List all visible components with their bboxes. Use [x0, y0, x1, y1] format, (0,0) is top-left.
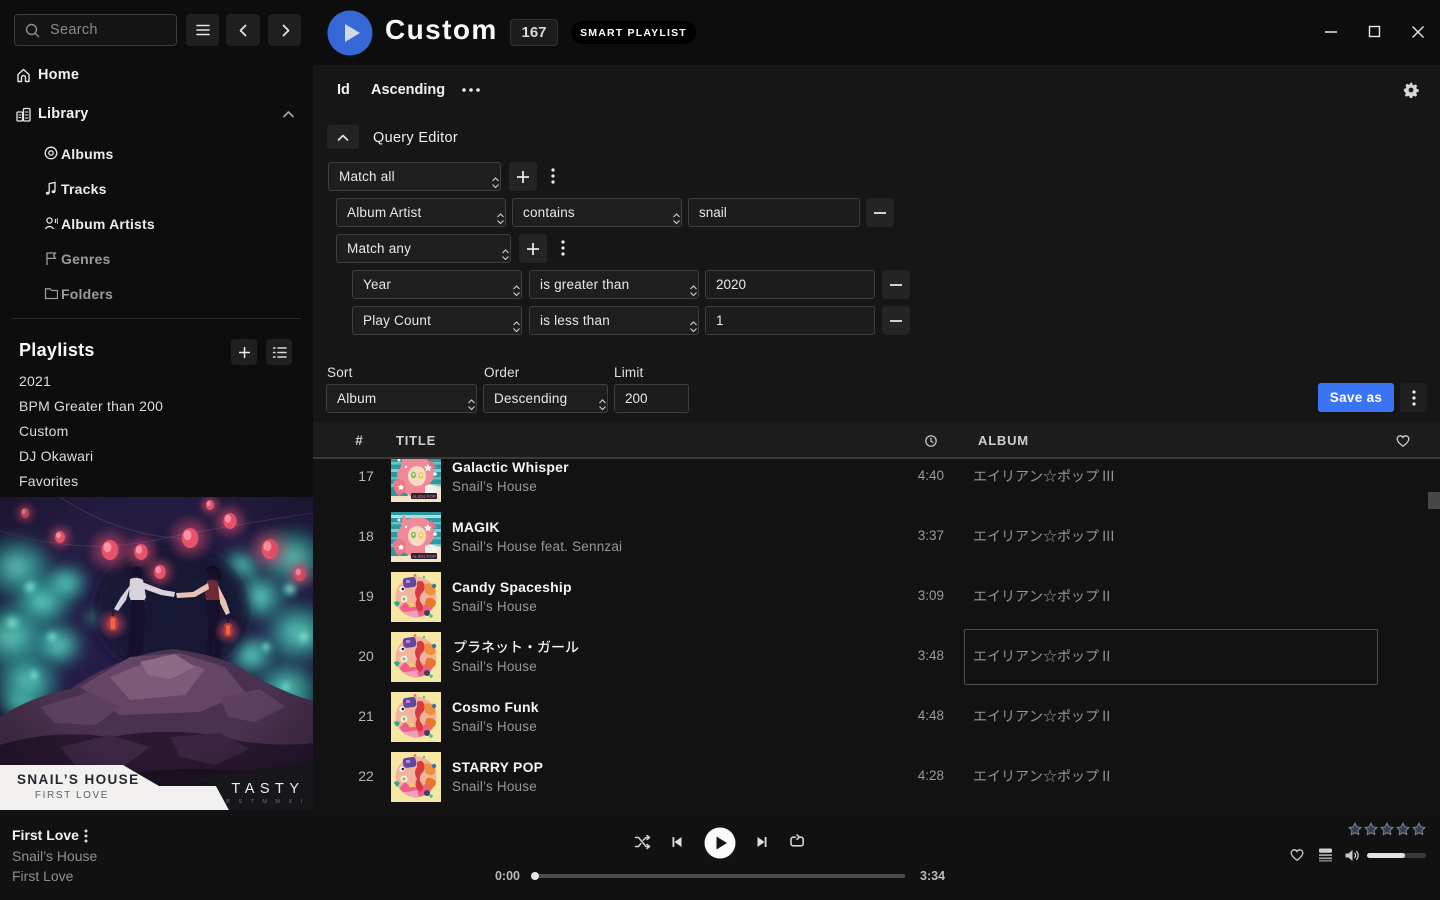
- svg-text:B S T M M X I: B S T M M X I: [226, 799, 306, 805]
- svg-text:FIRST LOVE: FIRST LOVE: [35, 790, 109, 801]
- svg-text:TASTY: TASTY: [231, 781, 304, 797]
- svg-text:SNAIL’S HOUSE: SNAIL’S HOUSE: [17, 772, 139, 787]
